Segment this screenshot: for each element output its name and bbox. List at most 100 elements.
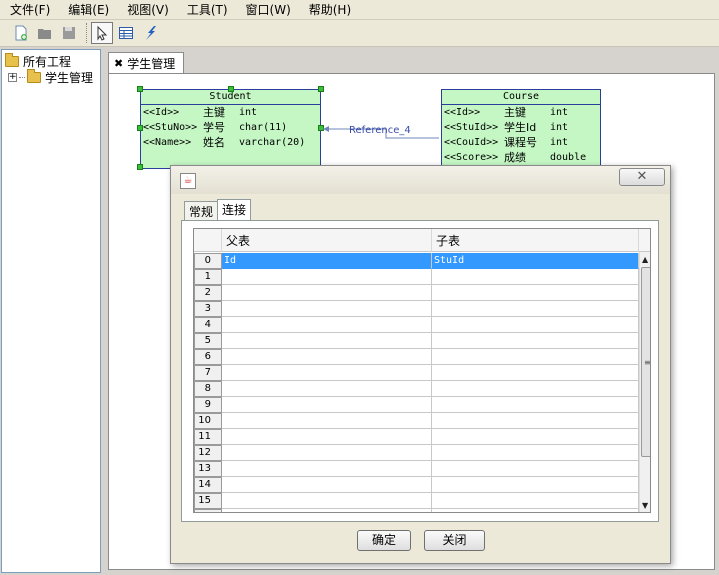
entity-title: Course (442, 90, 600, 105)
parent-cell[interactable] (222, 445, 432, 461)
table-row[interactable]: 9 (194, 397, 639, 413)
table-row[interactable]: 15 (194, 493, 639, 509)
table-row[interactable]: 13 (194, 461, 639, 477)
tab-general[interactable]: 常规 (184, 201, 219, 222)
child-cell[interactable] (432, 509, 639, 512)
close-button[interactable]: 关闭 (424, 530, 485, 551)
open-button[interactable] (34, 22, 56, 44)
row-number: 10 (194, 413, 222, 429)
table-row[interactable]: 6 (194, 349, 639, 365)
child-cell[interactable]: StuId (432, 253, 639, 269)
table-row[interactable]: 4 (194, 317, 639, 333)
toolbar (0, 20, 719, 47)
child-cell[interactable] (432, 301, 639, 317)
table-row[interactable]: 14 (194, 477, 639, 493)
scroll-thumb[interactable]: ≡ (641, 267, 650, 457)
menu-help[interactable]: 帮助(H) (299, 0, 359, 20)
expand-icon[interactable]: + (8, 72, 17, 82)
resize-handle[interactable] (137, 86, 143, 92)
child-cell[interactable] (432, 285, 639, 301)
child-cell[interactable] (432, 445, 639, 461)
parent-cell[interactable]: Id (222, 253, 432, 269)
pointer-tool-button[interactable] (91, 22, 113, 44)
reference-label[interactable]: Reference_4 (349, 125, 411, 136)
child-cell[interactable] (432, 477, 639, 493)
row-number: 3 (194, 301, 222, 317)
parent-cell[interactable] (222, 397, 432, 413)
menu-view[interactable]: 视图(V) (117, 0, 177, 20)
dialog-titlebar[interactable]: ☕ ✕ (171, 166, 670, 194)
column-header-parent[interactable]: 父表 (222, 229, 432, 252)
table-row[interactable]: 12 (194, 445, 639, 461)
table-row[interactable]: 7 (194, 365, 639, 381)
child-cell[interactable] (432, 413, 639, 429)
menu-edit[interactable]: 编辑(E) (58, 0, 117, 20)
column-header-child[interactable]: 子表 (432, 229, 639, 252)
entity-title: Student (141, 90, 320, 105)
parent-cell[interactable] (222, 365, 432, 381)
resize-handle[interactable] (137, 125, 143, 131)
reference-tool-button[interactable] (139, 22, 161, 44)
table-row[interactable]: 8 (194, 381, 639, 397)
reference-icon (146, 26, 156, 40)
corner-cell (194, 229, 222, 252)
table-row[interactable]: 11 (194, 429, 639, 445)
parent-cell[interactable] (222, 381, 432, 397)
table-row[interactable]: 3 (194, 301, 639, 317)
tab-student-management[interactable]: ✖ 学生管理 (108, 52, 184, 74)
tree-item-all-projects[interactable]: 所有工程 (5, 52, 71, 69)
table-icon (119, 27, 133, 39)
child-cell[interactable] (432, 493, 639, 509)
child-cell[interactable] (432, 381, 639, 397)
table-row[interactable]: 10 (194, 413, 639, 429)
entity-attr: <<Score>> 成绩 double (444, 151, 587, 164)
new-file-button[interactable] (10, 22, 32, 44)
table-row[interactable]: 16 (194, 509, 639, 512)
parent-cell[interactable] (222, 285, 432, 301)
table-tool-button[interactable] (115, 22, 137, 44)
table-row[interactable]: 5 (194, 333, 639, 349)
child-cell[interactable] (432, 397, 639, 413)
parent-cell[interactable] (222, 317, 432, 333)
tab-connection[interactable]: 连接 (217, 199, 252, 222)
parent-cell[interactable] (222, 477, 432, 493)
menu-file[interactable]: 文件(F) (0, 0, 58, 20)
parent-cell[interactable] (222, 509, 432, 512)
menu-tools[interactable]: 工具(T) (177, 0, 236, 20)
child-cell[interactable] (432, 429, 639, 445)
parent-cell[interactable] (222, 349, 432, 365)
parent-cell[interactable] (222, 301, 432, 317)
ok-button[interactable]: 确定 (357, 530, 411, 551)
resize-handle[interactable] (137, 164, 143, 170)
vertical-scrollbar[interactable]: ▲ ≡ ▼ (639, 252, 650, 512)
row-number: 5 (194, 333, 222, 349)
tree-item-student-management[interactable]: + 学生管理 (8, 68, 93, 85)
parent-cell[interactable] (222, 269, 432, 285)
parent-cell[interactable] (222, 413, 432, 429)
child-cell[interactable] (432, 333, 639, 349)
child-cell[interactable] (432, 317, 639, 333)
resize-handle[interactable] (228, 86, 234, 92)
parent-cell[interactable] (222, 333, 432, 349)
table-row[interactable]: 2 (194, 285, 639, 301)
row-number: 11 (194, 429, 222, 445)
resize-handle[interactable] (318, 86, 324, 92)
child-cell[interactable] (432, 269, 639, 285)
save-button[interactable] (58, 22, 80, 44)
table-header: 父表 子表 (194, 229, 650, 252)
dialog-close-button[interactable]: ✕ (619, 168, 665, 186)
scroll-up-icon[interactable]: ▲ (642, 255, 648, 264)
entity-student[interactable]: Student <<Id>> 主键 int <<StuNo>> 学号 char(11) … (140, 89, 321, 169)
table-row[interactable]: 1 (194, 269, 639, 285)
table-row[interactable]: 0 Id StuId (194, 253, 639, 269)
parent-cell[interactable] (222, 461, 432, 477)
scroll-down-icon[interactable]: ▼ (642, 501, 648, 510)
menu-window[interactable]: 窗口(W) (236, 0, 299, 20)
parent-cell[interactable] (222, 429, 432, 445)
child-cell[interactable] (432, 461, 639, 477)
child-cell[interactable] (432, 365, 639, 381)
close-icon[interactable]: ✖ (114, 57, 123, 70)
child-cell[interactable] (432, 349, 639, 365)
project-tree: 所有工程 + 学生管理 (1, 49, 101, 573)
parent-cell[interactable] (222, 493, 432, 509)
